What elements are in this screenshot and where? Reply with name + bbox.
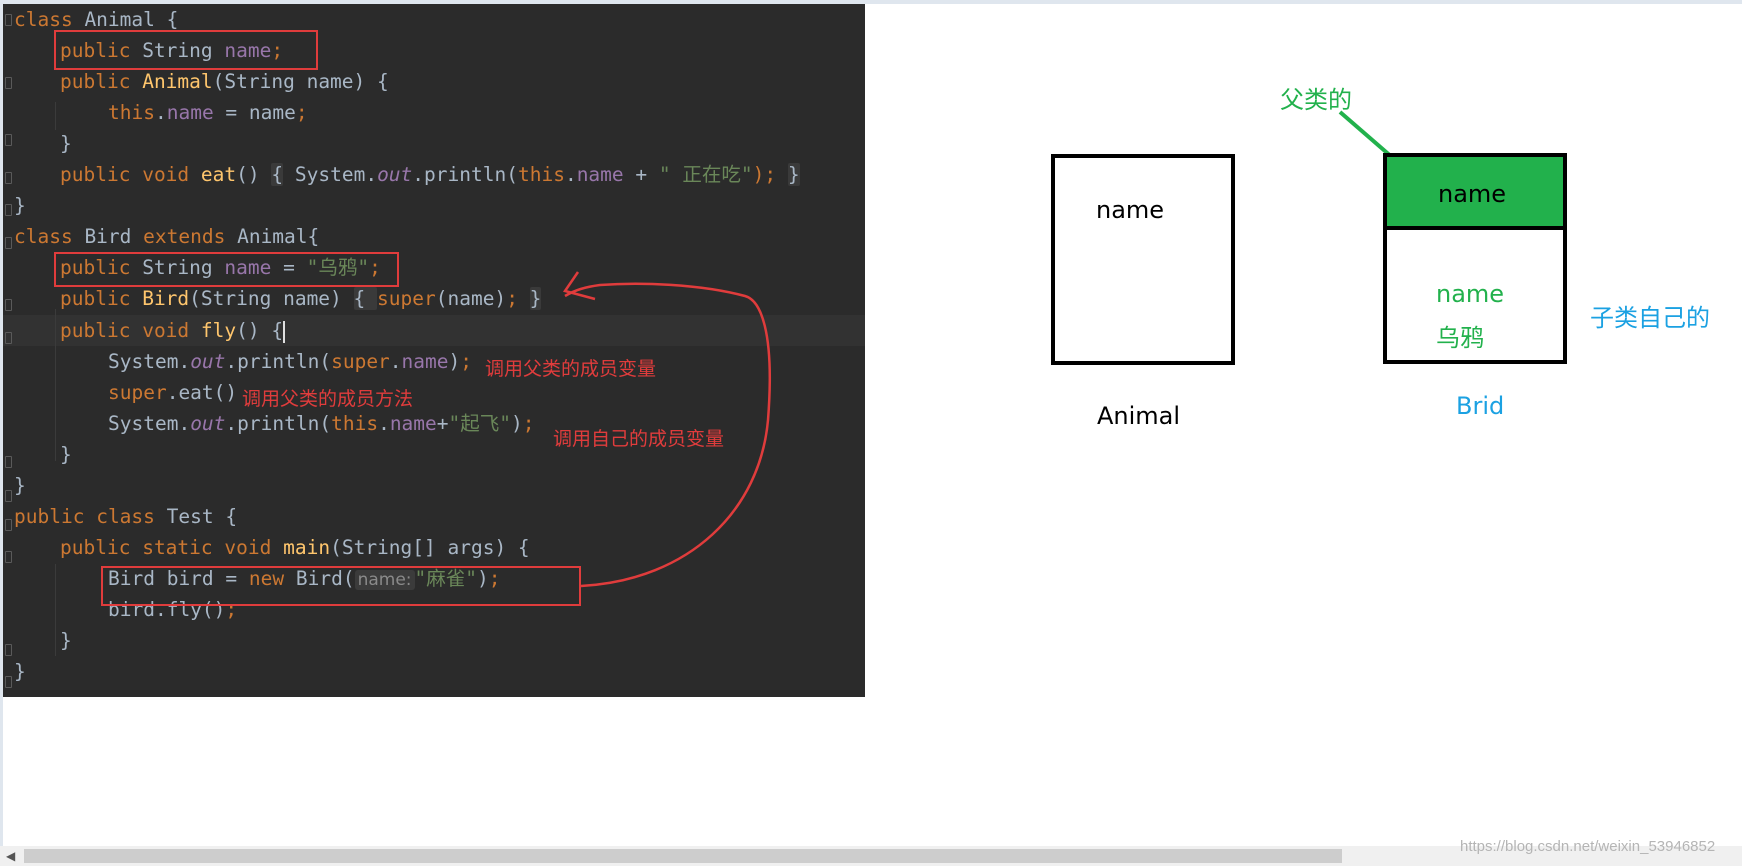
- green-connector-line: [1338, 110, 1395, 160]
- bird-own-field-name: name: [1436, 280, 1505, 308]
- red-arrow-curve: [564, 282, 772, 588]
- watermark-url: https://blog.csdn.net/weixin_53946852: [1460, 838, 1716, 855]
- animal-class-label: Animal: [1097, 402, 1181, 430]
- animal-object-box: [1051, 154, 1235, 365]
- bird-own-field-value: 乌鸦: [1436, 324, 1484, 352]
- animal-field-name: name: [1096, 196, 1165, 224]
- scroll-left-arrow-icon[interactable]: ◀: [6, 849, 15, 863]
- child-own-label: 子类自己的: [1590, 304, 1710, 332]
- scroll-thumb[interactable]: [24, 849, 1342, 863]
- parent-label: 父类的: [1280, 86, 1352, 114]
- bird-parent-field-name: name: [1438, 180, 1507, 208]
- bird-box-divider: [1383, 226, 1567, 230]
- bird-class-label: Brid: [1456, 392, 1505, 420]
- annotation-arrows: [562, 110, 1395, 588]
